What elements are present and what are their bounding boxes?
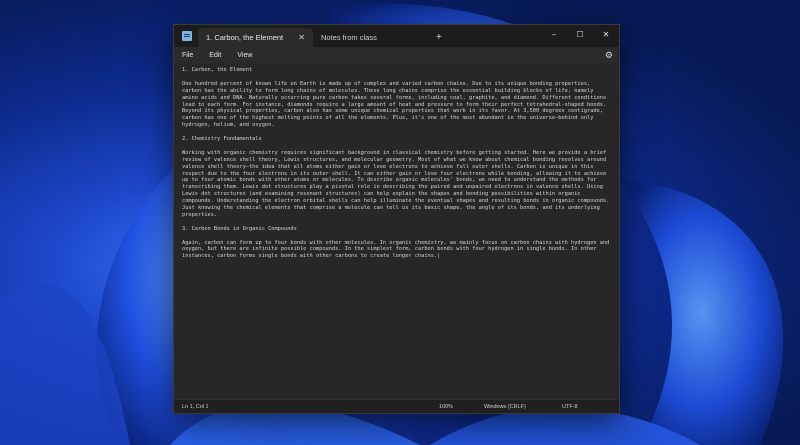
title-bar: 1. Carbon, the Element ✕ Notes from clas… (174, 25, 619, 47)
menu-view[interactable]: View (229, 52, 260, 59)
notepad-icon (182, 31, 192, 41)
status-bar: Ln 1, Col 1 100% Windows (CRLF) UTF-8 (174, 399, 619, 413)
new-tab-button[interactable]: + (428, 28, 450, 47)
window-controls: – ☐ ✕ (541, 25, 619, 43)
minimize-button[interactable]: – (541, 25, 567, 43)
cursor-position: Ln 1, Col 1 (182, 403, 209, 410)
close-tab-icon[interactable]: ✕ (298, 33, 305, 42)
zoom-level[interactable]: 100% (439, 404, 453, 410)
text-editor[interactable]: 1. Carbon, the Element One hundred perce… (174, 63, 619, 400)
menu-bar: File Edit View ⚙ (174, 47, 619, 63)
encoding[interactable]: UTF-8 (562, 404, 578, 410)
paragraph-1: One hundred percent of known life on Ear… (182, 80, 607, 129)
maximize-button[interactable]: ☐ (567, 25, 593, 43)
heading-3: 3. Carbon Bonds in Organic Compounds (182, 225, 297, 232)
menu-edit[interactable]: Edit (201, 52, 229, 59)
tab-notes-from-class[interactable]: Notes from class (313, 28, 428, 47)
tab-label: 1. Carbon, the Element (206, 33, 284, 42)
gear-icon[interactable]: ⚙ (605, 50, 613, 61)
tab-carbon-element[interactable]: 1. Carbon, the Element ✕ (198, 28, 313, 47)
close-button[interactable]: ✕ (593, 25, 619, 43)
line-ending[interactable]: Windows (CRLF) (484, 404, 526, 410)
heading-2: 2. Chemistry Fundamentals (182, 136, 262, 143)
notepad-window: 1. Carbon, the Element ✕ Notes from clas… (173, 24, 620, 414)
tab-label: Notes from class (321, 33, 377, 42)
paragraph-3: Again, carbon can form up to four bonds … (182, 239, 610, 260)
heading-1: 1. Carbon, the Element (182, 67, 253, 73)
paragraph-2: Working with organic chemistry requires … (182, 149, 610, 218)
menu-file[interactable]: File (174, 52, 201, 59)
